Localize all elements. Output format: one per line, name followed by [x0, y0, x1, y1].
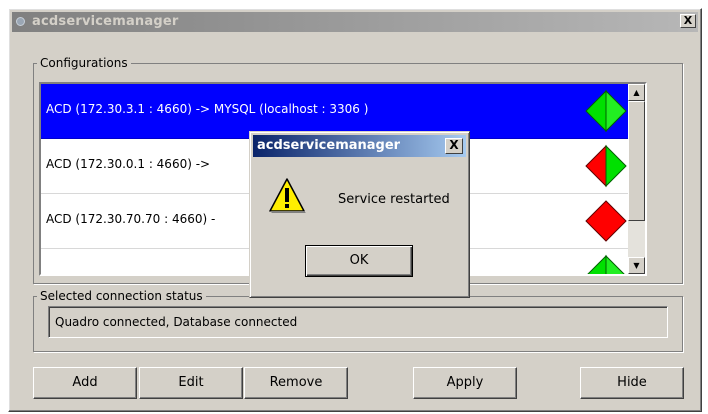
- status-legend: Selected connection status: [40, 289, 203, 303]
- remove-button[interactable]: Remove: [244, 367, 348, 399]
- scroll-up-button[interactable]: ▲: [628, 84, 645, 101]
- config-row-label: ACD (172.30.3.1 : 4660) -> MYSQL (localh…: [46, 102, 369, 116]
- window-close-button[interactable]: X: [680, 14, 696, 28]
- status-stopped-icon: [585, 200, 627, 242]
- apply-button[interactable]: Apply: [413, 367, 517, 399]
- ok-button[interactable]: OK: [305, 245, 413, 277]
- config-row-label: ACD (172.30.0.1 : 4660) ->: [46, 157, 211, 171]
- hide-button[interactable]: Hide: [580, 367, 684, 399]
- add-button[interactable]: Add: [33, 367, 137, 399]
- connection-status-field: Quadro connected, Database connected: [48, 306, 668, 338]
- dialog-title: acdservicemanager: [257, 138, 401, 153]
- dialog-titlebar[interactable]: acdservicemanager X: [253, 135, 466, 157]
- dialog-close-button[interactable]: X: [445, 138, 463, 154]
- status-partial-icon: [585, 144, 627, 188]
- window-titlebar[interactable]: acdservicemanager X: [12, 12, 698, 32]
- warning-icon: [269, 178, 306, 213]
- config-row-label: ACD (172.30.70.70 : 4660) -: [46, 212, 216, 226]
- window-title: acdservicemanager: [32, 14, 179, 29]
- app-icon: [16, 17, 25, 26]
- status-running-icon: [587, 254, 625, 274]
- scroll-down-button[interactable]: ▼: [628, 257, 645, 274]
- configurations-legend: Configurations: [40, 56, 128, 70]
- scroll-thumb[interactable]: [628, 101, 645, 221]
- dialog-message: Service restarted: [338, 192, 450, 207]
- message-dialog: acdservicemanager X Service restarted OK: [249, 131, 470, 298]
- status-running-icon: [585, 89, 627, 133]
- list-scrollbar[interactable]: ▲ ▼: [628, 84, 645, 274]
- edit-button[interactable]: Edit: [139, 367, 243, 399]
